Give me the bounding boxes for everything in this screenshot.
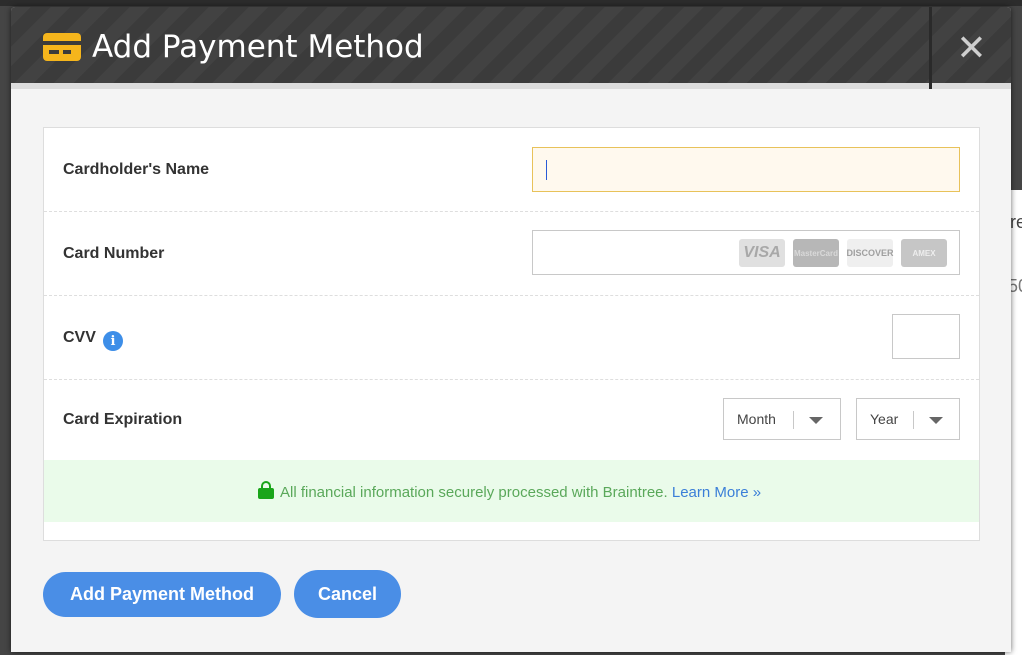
chevron-down-icon	[809, 417, 823, 424]
close-icon: ✕	[956, 27, 987, 69]
background-text: re	[1010, 212, 1022, 232]
cvv-label: CVV	[63, 329, 96, 346]
add-payment-method-button[interactable]: Add Payment Method	[43, 572, 281, 617]
card-number-label: Card Number	[63, 245, 165, 262]
discover-logo-icon: DISCOVER	[847, 239, 894, 267]
select-separator	[913, 411, 914, 429]
credit-card-icon	[43, 33, 81, 61]
card-expiration-label: Card Expiration	[63, 411, 183, 428]
lock-icon	[258, 481, 274, 499]
cvv-row: CVV i	[44, 296, 979, 380]
amex-logo-icon: AMEX	[901, 239, 947, 267]
cardholder-name-row: Cardholder's Name	[44, 128, 979, 212]
year-select[interactable]: Year	[856, 398, 960, 440]
info-icon[interactable]: i	[103, 331, 123, 351]
learn-more-link[interactable]: Learn More »	[672, 484, 761, 501]
card-number-row: Card Number VISA MasterCard DISCOVER AME…	[44, 212, 979, 296]
secure-notice-text: All financial information securely proce…	[280, 484, 668, 501]
secure-notice: All financial information securely proce…	[44, 460, 979, 522]
visa-logo-icon: VISA	[739, 239, 785, 267]
payment-form: Cardholder's Name Card Number VISA Maste…	[43, 127, 980, 541]
cardholder-name-input[interactable]	[532, 147, 960, 192]
payment-modal: Add Payment Method ✕ Cardholder's Name C…	[11, 7, 1011, 652]
secure-notice-content: All financial information securely proce…	[258, 481, 761, 501]
background-topbar	[0, 0, 1022, 6]
modal-title: Add Payment Method	[92, 29, 424, 65]
chevron-down-icon	[929, 417, 943, 424]
card-number-input[interactable]: VISA MasterCard DISCOVER AMEX	[532, 230, 960, 275]
cvv-input[interactable]	[892, 314, 960, 359]
mastercard-logo-icon: MasterCard	[793, 239, 839, 267]
month-select-label: Month	[737, 411, 776, 427]
close-button[interactable]: ✕	[932, 7, 1011, 89]
modal-header: Add Payment Method ✕	[11, 7, 1011, 89]
card-logos: VISA MasterCard DISCOVER AMEX	[739, 239, 947, 267]
text-caret	[546, 160, 547, 180]
select-separator	[793, 411, 794, 429]
card-expiration-row: Card Expiration Month Year	[44, 380, 979, 460]
year-select-label: Year	[870, 411, 899, 427]
month-select[interactable]: Month	[723, 398, 841, 440]
cardholder-name-label: Cardholder's Name	[63, 161, 210, 178]
cancel-button[interactable]: Cancel	[294, 570, 401, 618]
